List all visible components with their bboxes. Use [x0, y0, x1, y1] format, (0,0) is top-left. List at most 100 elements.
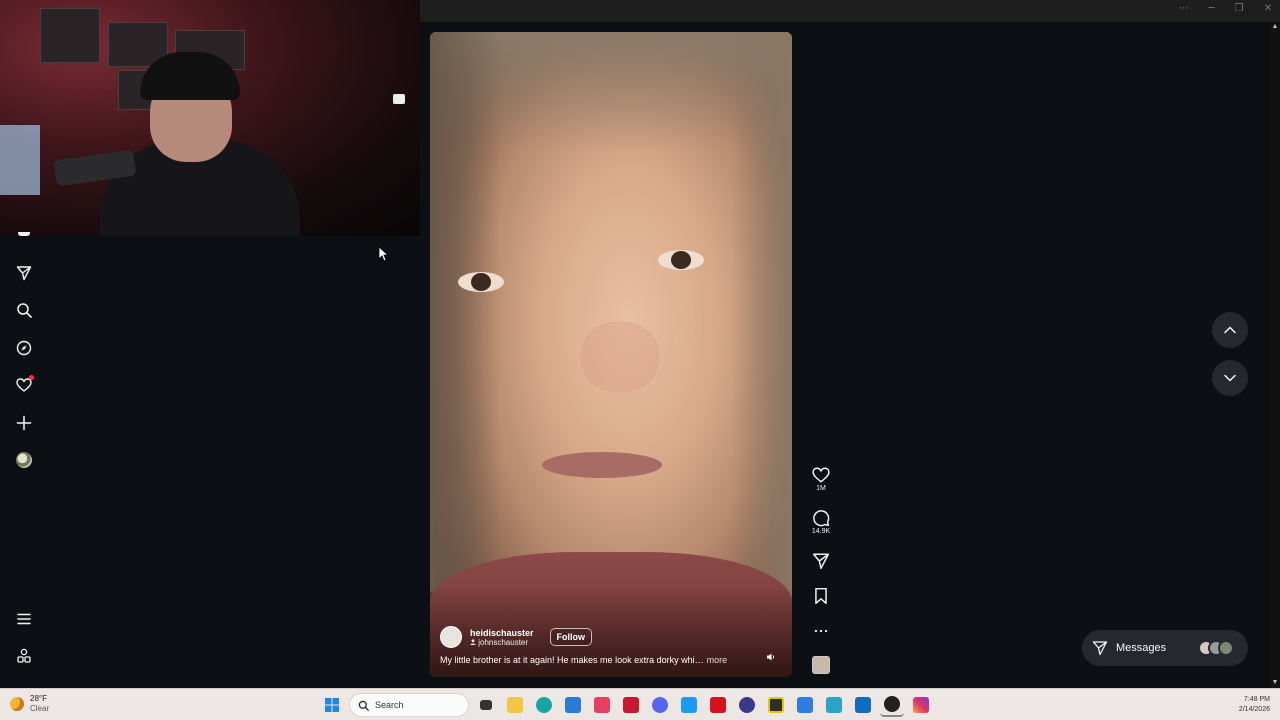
- messages-label: Messages: [1116, 642, 1167, 654]
- task-view-icon: [480, 700, 492, 710]
- minimize-button[interactable]: ─: [1209, 3, 1215, 14]
- scroll-down-arrow[interactable]: ▼: [1270, 678, 1280, 688]
- store-button[interactable]: [561, 693, 585, 717]
- more-dots-icon: [814, 629, 828, 633]
- instagram-app: ⋯ ─ ❐ ✕ heidischauster johnschauster Fol…: [0, 0, 1280, 688]
- weather-temperature: 28°F: [30, 694, 47, 703]
- phone-link-button[interactable]: [793, 693, 817, 717]
- heart-icon: [812, 467, 830, 483]
- follow-button[interactable]: Follow: [549, 628, 593, 646]
- chevron-down-icon: [1224, 374, 1236, 382]
- nav-notifications[interactable]: [12, 373, 36, 397]
- sidebar-nav: [0, 232, 48, 688]
- video-nose: [580, 322, 660, 392]
- search-icon: [358, 700, 369, 711]
- nav-reels[interactable]: [12, 232, 36, 242]
- system-clock[interactable]: 7:48 PM 2/14/2026: [1239, 695, 1270, 715]
- author-avatar[interactable]: [440, 626, 462, 648]
- original-audio[interactable]: [808, 656, 834, 674]
- messages-avatars: [1198, 640, 1234, 656]
- start-button[interactable]: [320, 693, 344, 717]
- edge-button[interactable]: [532, 693, 556, 717]
- outlook-button[interactable]: [851, 693, 875, 717]
- task-view-button[interactable]: [474, 693, 498, 717]
- nav-explore[interactable]: [12, 336, 36, 360]
- weather-condition: Clear: [30, 704, 50, 713]
- send-icon: [16, 266, 32, 281]
- mouse-cursor-icon: [378, 246, 388, 262]
- app-icon: [623, 697, 639, 713]
- acrobat-icon: [710, 697, 726, 713]
- comment-action[interactable]: 14.9K: [808, 509, 834, 535]
- page-scrollbar[interactable]: [1270, 22, 1280, 688]
- taskbar-search[interactable]: Search: [349, 693, 469, 717]
- avatar: [1218, 640, 1234, 656]
- nav-messages[interactable]: [12, 261, 36, 285]
- nav-create[interactable]: [12, 411, 36, 435]
- instagram-button[interactable]: [909, 693, 933, 717]
- collaborator-name: johnschauster: [478, 637, 529, 647]
- close-button[interactable]: ✕: [1264, 3, 1272, 14]
- search-label: Search: [375, 700, 404, 710]
- chevron-up-icon: [1224, 326, 1236, 334]
- window-titlebar: ⋯ ─ ❐ ✕: [420, 0, 1280, 22]
- like-action[interactable]: 1M: [808, 466, 834, 492]
- audio-thumbnail: [812, 656, 830, 674]
- webcam-overlay: [0, 0, 420, 236]
- compass-icon: [16, 340, 32, 356]
- weather-widget[interactable]: 28°F Clear: [10, 694, 49, 714]
- collaborator-username[interactable]: johnschauster: [470, 638, 534, 647]
- music-app-button[interactable]: [590, 693, 614, 717]
- scroll-up-arrow[interactable]: ▲: [1270, 22, 1280, 32]
- acrobat-button[interactable]: [706, 693, 730, 717]
- search-icon: [17, 303, 32, 318]
- red-app-button[interactable]: [619, 693, 643, 717]
- messages-button[interactable]: Messages: [1082, 630, 1248, 666]
- send-icon: [1092, 641, 1108, 656]
- video-mouth: [542, 452, 662, 478]
- plus-icon: [16, 415, 32, 431]
- nav-profile[interactable]: [12, 448, 36, 472]
- notepad-icon: [826, 697, 842, 713]
- profile-avatar: [16, 452, 32, 468]
- nav-search[interactable]: [12, 298, 36, 322]
- reel-author: heidischauster johnschauster Follow: [440, 626, 593, 648]
- share-action[interactable]: [808, 552, 834, 570]
- reel-video[interactable]: heidischauster johnschauster Follow My l…: [430, 32, 792, 677]
- notepad-button[interactable]: [822, 693, 846, 717]
- folder-icon: [507, 697, 523, 713]
- save-action[interactable]: [808, 587, 834, 605]
- edge-icon: [536, 697, 552, 713]
- taskbar-apps: Search: [320, 693, 933, 717]
- taskbar: 28°F Clear Search 7:48 PM 2/14/2026: [0, 688, 1280, 720]
- store-icon: [565, 697, 581, 713]
- notes-app-button[interactable]: [764, 693, 788, 717]
- reel-caption: My little brother is at it again! He mak…: [440, 655, 727, 665]
- caption-more-link[interactable]: more: [707, 655, 728, 665]
- video-hair-left: [430, 32, 500, 592]
- obs-icon: [884, 696, 900, 712]
- like-count: 1M: [816, 485, 826, 492]
- nav-more[interactable]: [12, 607, 36, 631]
- discord-button[interactable]: [648, 693, 672, 717]
- author-username[interactable]: heidischauster: [470, 628, 534, 638]
- volume-icon[interactable]: [766, 652, 776, 662]
- headset-app-button[interactable]: [735, 693, 759, 717]
- obs-button[interactable]: [880, 693, 904, 717]
- video-hair-right: [732, 32, 792, 612]
- phone-icon: [797, 697, 813, 713]
- next-reel-button[interactable]: [1212, 360, 1248, 396]
- moon-icon: [10, 697, 24, 711]
- window-menu-button[interactable]: ⋯: [1179, 3, 1189, 14]
- file-explorer-button[interactable]: [503, 693, 527, 717]
- maximize-button[interactable]: ❐: [1235, 3, 1244, 14]
- previous-reel-button[interactable]: [1212, 312, 1248, 348]
- more-options-action[interactable]: [808, 622, 834, 640]
- bookmark-icon: [815, 587, 827, 605]
- nav-also-from-meta[interactable]: [12, 644, 36, 668]
- twitter-button[interactable]: [677, 693, 701, 717]
- lamp: [393, 94, 405, 104]
- video-eye-left: [458, 272, 504, 292]
- notification-dot: [29, 375, 34, 380]
- caption-text: My little brother is at it again! He mak…: [440, 655, 704, 665]
